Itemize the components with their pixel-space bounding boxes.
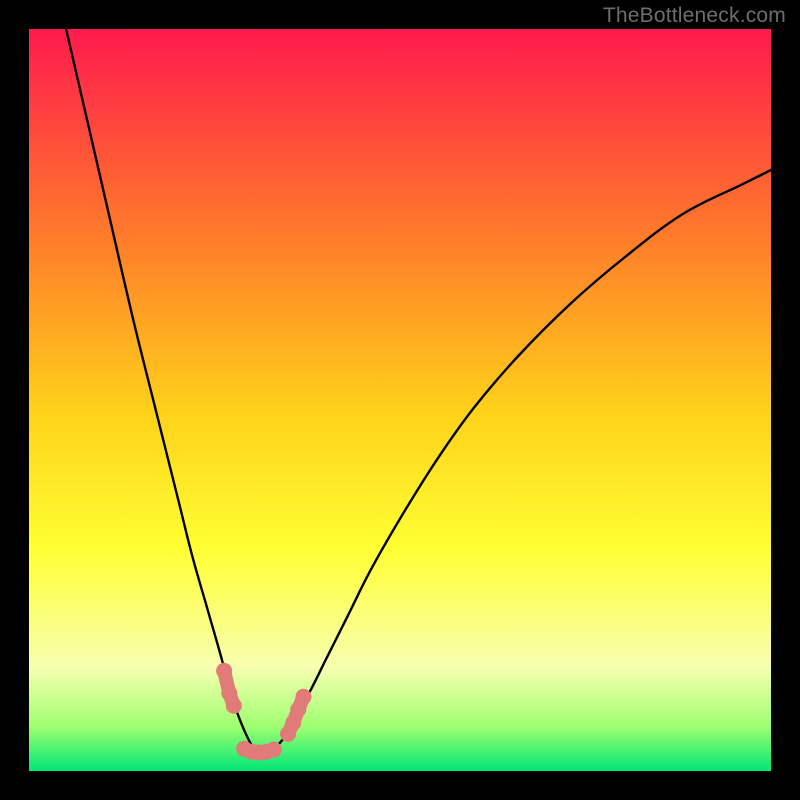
marker-dot xyxy=(266,742,282,758)
watermark-text: TheBottleneck.com xyxy=(603,4,786,28)
chart-svg xyxy=(29,29,771,771)
chart-frame: TheBottleneck.com xyxy=(0,0,800,800)
marker-dot xyxy=(226,698,242,714)
marker-dot xyxy=(216,663,232,679)
bottleneck-chart xyxy=(29,29,771,771)
marker-dot xyxy=(296,689,312,705)
gradient-background xyxy=(29,29,771,771)
